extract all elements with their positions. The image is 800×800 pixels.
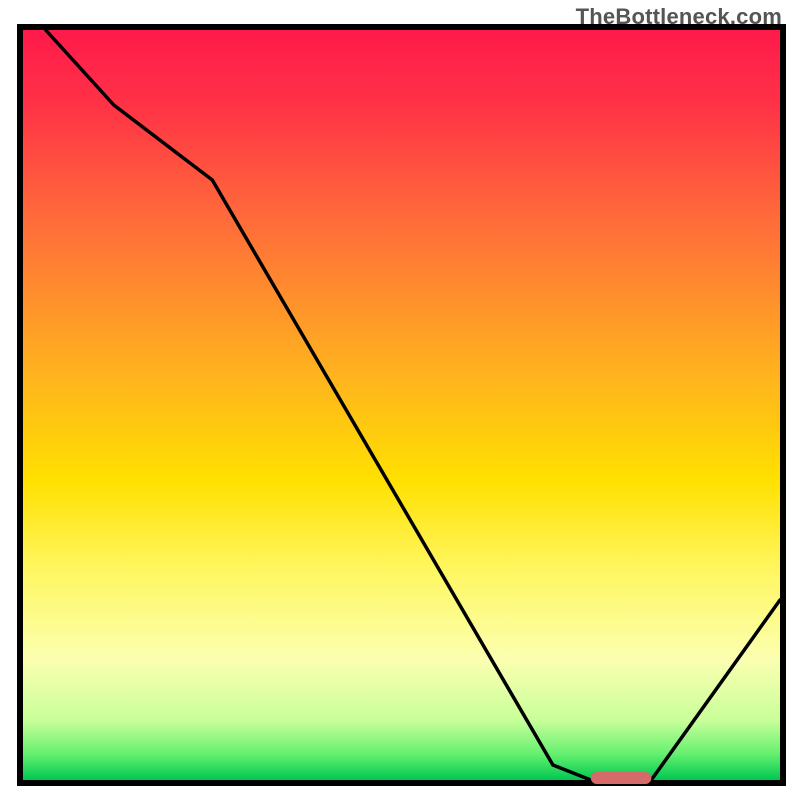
plot-svg	[0, 0, 800, 800]
plot-background	[23, 30, 780, 780]
optimal-marker	[591, 772, 652, 784]
bottleneck-chart: TheBottleneck.com	[0, 0, 800, 800]
